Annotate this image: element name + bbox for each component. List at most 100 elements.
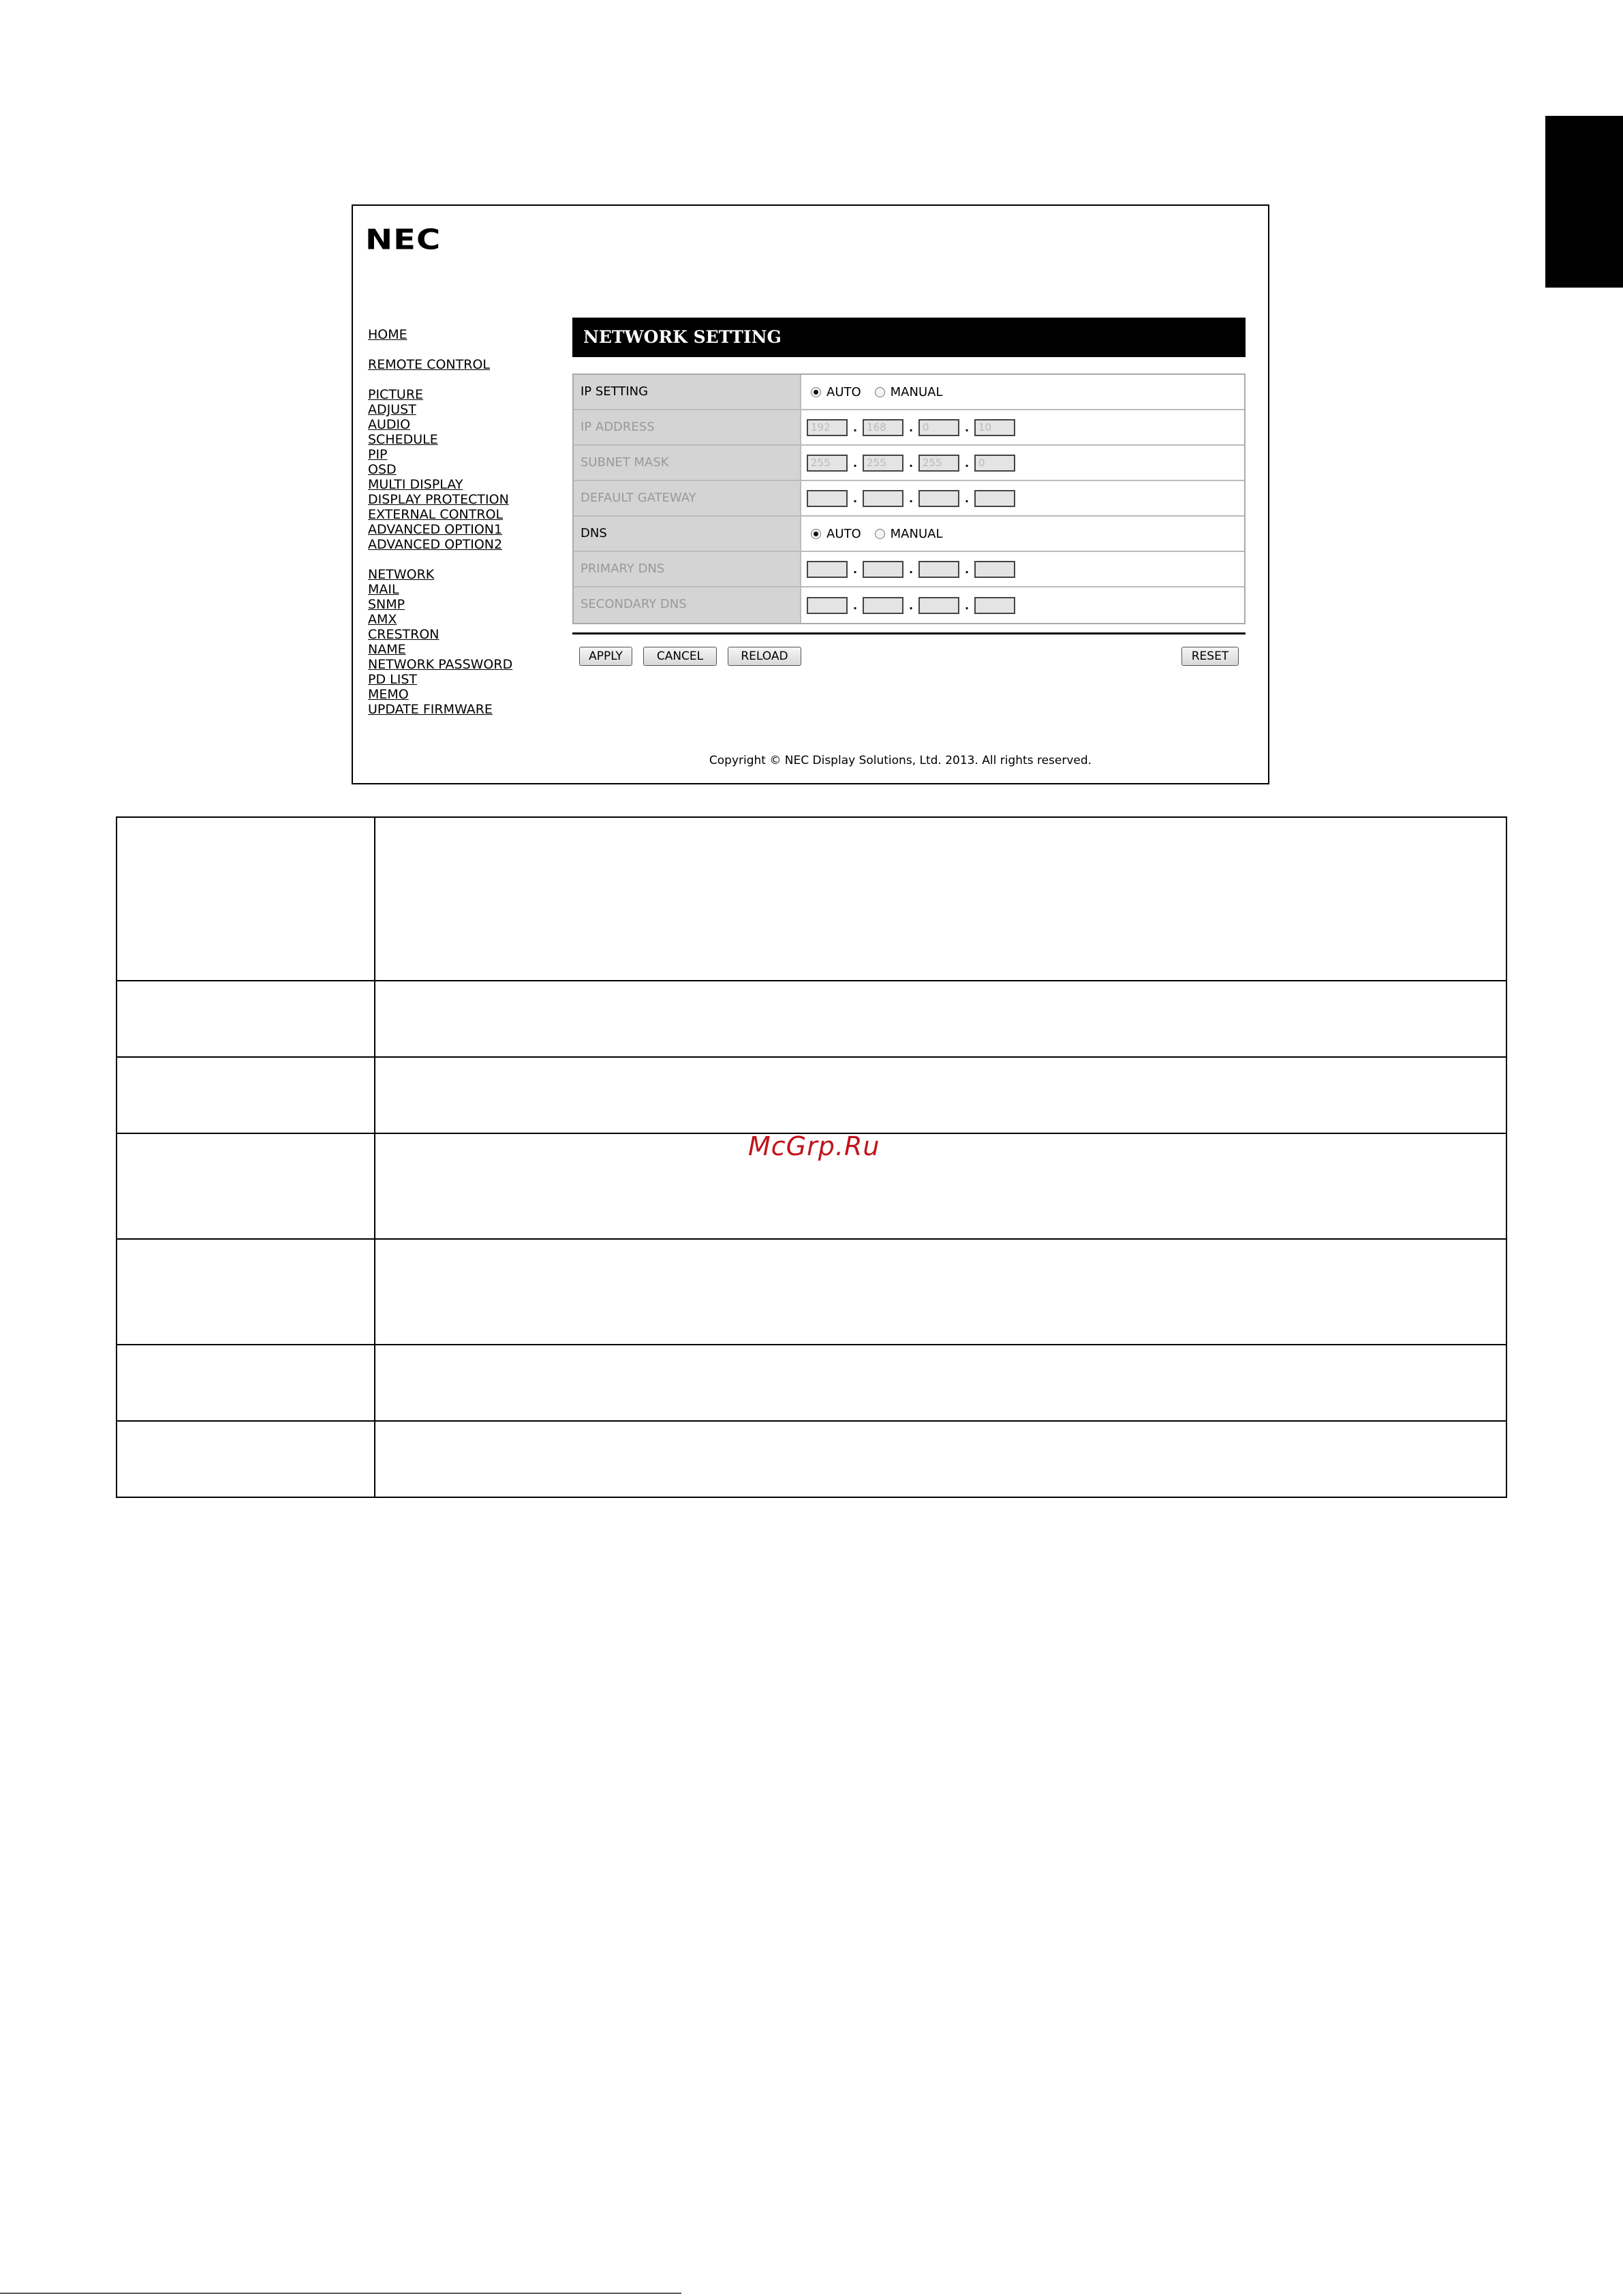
ip-octet-4-input[interactable]: 10 <box>974 418 1015 436</box>
subnet-mask-row: SUBNET MASK 255. 255. 255. 0 <box>574 446 1244 481</box>
table-cell <box>116 1056 375 1134</box>
table-cell <box>374 1420 1507 1498</box>
primary-dns-octet-1-input[interactable] <box>807 560 848 578</box>
reset-button[interactable]: RESET <box>1181 647 1239 666</box>
row-label: DEFAULT GATEWAY <box>574 481 801 515</box>
secondary-dns-octet-1-input[interactable] <box>807 596 848 614</box>
octet-separator: . <box>852 456 858 470</box>
nav-link-update-firmware[interactable]: UPDATE FIRMWARE <box>368 702 572 717</box>
table-cell <box>116 816 375 981</box>
row-label: PRIMARY DNS <box>574 552 801 586</box>
bottom-rule <box>0 2293 681 2294</box>
section-title: NETWORK SETTING <box>572 318 1246 357</box>
table-row <box>116 1056 1507 1134</box>
table-row <box>116 1238 1507 1345</box>
nav-link-crestron[interactable]: CRESTRON <box>368 627 572 642</box>
subnet-octet-1-input[interactable]: 255 <box>807 454 848 472</box>
row-label: SUBNET MASK <box>574 446 801 480</box>
primary-dns-fields: . . . <box>801 552 1244 586</box>
cancel-button[interactable]: CANCEL <box>643 647 717 666</box>
nav-group: HOME <box>368 327 572 342</box>
nav-link-display-protection[interactable]: DISPLAY PROTECTION <box>368 492 572 507</box>
ip-setting-row: IP SETTING AUTO MANUAL <box>574 375 1244 410</box>
reload-button[interactable]: RELOAD <box>728 647 801 666</box>
table-row <box>116 1344 1507 1422</box>
subnet-octet-3-input[interactable]: 255 <box>918 454 959 472</box>
secondary-dns-octet-3-input[interactable] <box>918 596 959 614</box>
primary-dns-octet-3-input[interactable] <box>918 560 959 578</box>
dns-manual-radio[interactable] <box>874 528 885 539</box>
nav-link-amx[interactable]: AMX <box>368 612 572 627</box>
secondary-dns-octet-4-input[interactable] <box>974 596 1015 614</box>
network-settings-table: IP SETTING AUTO MANUAL IP ADDRESS 192. 1… <box>572 373 1246 624</box>
secondary-dns-row: SECONDARY DNS . . . <box>574 587 1244 623</box>
apply-button[interactable]: APPLY <box>579 647 632 666</box>
octet-separator: . <box>964 420 970 434</box>
octet-separator: . <box>964 456 970 470</box>
gateway-octet-1-input[interactable] <box>807 489 848 507</box>
ip-octet-3-input[interactable]: 0 <box>918 418 959 436</box>
octet-separator: . <box>964 491 970 505</box>
nav-link-memo[interactable]: MEMO <box>368 687 572 702</box>
nav-link-picture[interactable]: PICTURE <box>368 387 572 402</box>
primary-dns-octet-2-input[interactable] <box>863 560 903 578</box>
secondary-dns-fields: . . . <box>801 587 1244 623</box>
gateway-octet-4-input[interactable] <box>974 489 1015 507</box>
table-row <box>116 1420 1507 1498</box>
nav-link-network[interactable]: NETWORK <box>368 567 572 582</box>
primary-dns-octet-4-input[interactable] <box>974 560 1015 578</box>
subnet-octet-2-input[interactable]: 255 <box>863 454 903 472</box>
nav-link-advanced-option1[interactable]: ADVANCED OPTION1 <box>368 522 572 537</box>
nav-link-multi-display[interactable]: MULTI DISPLAY <box>368 477 572 492</box>
nav-link-network-password[interactable]: NETWORK PASSWORD <box>368 657 572 672</box>
row-label: DNS <box>574 517 801 551</box>
nav-link-name[interactable]: NAME <box>368 642 572 657</box>
nec-logo: NEC <box>365 224 442 256</box>
nav-link-pd-list[interactable]: PD LIST <box>368 672 572 687</box>
nav-link-mail[interactable]: MAIL <box>368 582 572 597</box>
table-cell <box>374 1133 1507 1240</box>
nav-link-schedule[interactable]: SCHEDULE <box>368 432 572 447</box>
nav-link-snmp[interactable]: SNMP <box>368 597 572 612</box>
nav-link-home[interactable]: HOME <box>368 327 572 342</box>
radio-label: AUTO <box>826 526 861 541</box>
ip-octet-2-input[interactable]: 168 <box>863 418 903 436</box>
octet-separator: . <box>908 420 914 434</box>
octet-separator: . <box>852 598 858 612</box>
nav-group: REMOTE CONTROL <box>368 357 572 372</box>
gateway-octet-3-input[interactable] <box>918 489 959 507</box>
gateway-fields: . . . <box>801 481 1244 515</box>
secondary-dns-octet-2-input[interactable] <box>863 596 903 614</box>
octet-separator: . <box>852 562 858 576</box>
divider <box>572 632 1246 634</box>
table-cell <box>374 1238 1507 1345</box>
nav-link-external-control[interactable]: EXTERNAL CONTROL <box>368 507 572 522</box>
nav-link-audio[interactable]: AUDIO <box>368 417 572 432</box>
nav-link-advanced-option2[interactable]: ADVANCED OPTION2 <box>368 537 572 552</box>
row-label: IP SETTING <box>574 375 801 409</box>
table-cell <box>116 1133 375 1240</box>
ip-auto-radio[interactable] <box>811 386 821 397</box>
table-cell <box>116 1420 375 1498</box>
sidebar-nav: HOME REMOTE CONTROL PICTURE ADJUST AUDIO… <box>368 327 572 732</box>
table-cell <box>116 980 375 1058</box>
octet-separator: . <box>852 491 858 505</box>
nav-link-pip[interactable]: PIP <box>368 447 572 462</box>
primary-dns-row: PRIMARY DNS . . . <box>574 552 1244 587</box>
nav-link-osd[interactable]: OSD <box>368 462 572 477</box>
table-cell <box>374 980 1507 1058</box>
subnet-octet-4-input[interactable]: 0 <box>974 454 1015 472</box>
ip-setting-options: AUTO MANUAL <box>801 375 1244 409</box>
ip-manual-radio[interactable] <box>874 386 885 397</box>
dns-auto-radio[interactable] <box>811 528 821 539</box>
gateway-octet-2-input[interactable] <box>863 489 903 507</box>
ip-octet-1-input[interactable]: 192 <box>807 418 848 436</box>
nav-link-remote-control[interactable]: REMOTE CONTROL <box>368 357 572 372</box>
main-content: NETWORK SETTING IP SETTING AUTO MANUAL I… <box>572 318 1246 674</box>
copyright-text: Copyright © NEC Display Solutions, Ltd. … <box>709 754 1092 767</box>
radio-label: MANUAL <box>890 526 943 541</box>
octet-separator: . <box>908 598 914 612</box>
default-gateway-row: DEFAULT GATEWAY . . . <box>574 481 1244 517</box>
nav-link-adjust[interactable]: ADJUST <box>368 402 572 417</box>
dns-options: AUTO MANUAL <box>801 517 1244 551</box>
